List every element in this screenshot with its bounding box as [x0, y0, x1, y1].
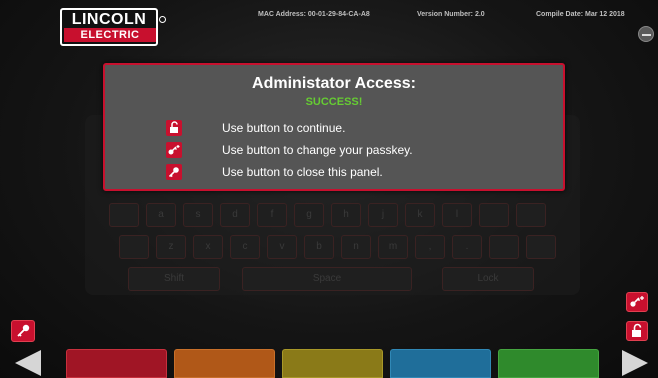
keyboard-key[interactable] [479, 203, 509, 227]
mac-address: MAC Address: 00-01-29-84-CA-A8 [258, 11, 370, 18]
keyboard-key[interactable] [516, 203, 546, 227]
dialog-row-text: Use button to change your passkey. [222, 143, 413, 157]
softkey-green[interactable] [498, 349, 599, 378]
keyboard-key[interactable]: v [267, 235, 297, 259]
lincoln-electric-logo: LINCOLN ELECTRIC [60, 8, 166, 46]
keyboard-key[interactable]: d [220, 203, 250, 227]
logo-bottom-text: ELECTRIC [64, 28, 156, 42]
dialog-row-text: Use button to continue. [222, 121, 346, 135]
dialog-row-change-passkey: Use button to change your passkey. [105, 142, 563, 158]
space-key[interactable]: Space [242, 267, 412, 291]
keyboard-key[interactable]: , [415, 235, 445, 259]
keyboard-key[interactable] [119, 235, 149, 259]
softkey-yellow[interactable] [282, 349, 383, 378]
dialog-row-continue: Use button to continue. [105, 120, 563, 136]
keyboard-key[interactable]: s [183, 203, 213, 227]
dialog-status: SUCCESS! [305, 96, 363, 108]
keyboard-key[interactable]: h [331, 203, 361, 227]
admin-access-dialog: Administator Access: SUCCESS! Use button… [103, 63, 565, 191]
key-icon [17, 324, 30, 337]
next-arrow-button[interactable] [622, 350, 648, 376]
dialog-row-text: Use button to close this panel. [222, 165, 383, 179]
settings-dial-icon[interactable] [638, 26, 654, 42]
screen: LINCOLN ELECTRIC MAC Address: 00-01-29-8… [0, 0, 658, 378]
keyboard-key[interactable]: x [193, 235, 223, 259]
change-passkey-button[interactable] [626, 292, 648, 312]
keyboard-key[interactable] [489, 235, 519, 259]
close-panel-key-button[interactable] [11, 320, 35, 342]
version-number: Version Number: 2.0 [417, 11, 485, 18]
keyboard-key[interactable]: n [341, 235, 371, 259]
unlock-icon [166, 120, 182, 136]
keyboard-key[interactable]: m [378, 235, 408, 259]
key-edit-icon [166, 142, 182, 158]
logo-top-text: LINCOLN [71, 11, 147, 28]
registered-mark-icon [159, 16, 166, 23]
softkey-orange[interactable] [174, 349, 275, 378]
keyboard-key[interactable]: z [156, 235, 186, 259]
keyboard-key[interactable]: b [304, 235, 334, 259]
keyboard-key[interactable]: . [452, 235, 482, 259]
shift-key[interactable]: Shift [128, 267, 220, 291]
keyboard-key[interactable]: j [368, 203, 398, 227]
continue-unlock-button[interactable] [626, 321, 648, 341]
key-icon [166, 164, 182, 180]
keyboard-key[interactable]: c [230, 235, 260, 259]
keyboard-key[interactable] [526, 235, 556, 259]
unlock-icon [632, 323, 642, 337]
keyboard-key[interactable]: a [146, 203, 176, 227]
previous-arrow-button[interactable] [15, 350, 41, 376]
keyboard-key[interactable]: k [405, 203, 435, 227]
keyboard-key[interactable]: g [294, 203, 324, 227]
keyboard-key[interactable]: f [257, 203, 287, 227]
dialog-title: Administator Access: [252, 75, 416, 92]
compile-date: Compile Date: Mar 12 2018 [536, 11, 625, 18]
softkey-red[interactable] [66, 349, 167, 378]
keyboard-key[interactable] [109, 203, 139, 227]
keyboard-key[interactable]: l [442, 203, 472, 227]
key-edit-icon [630, 296, 644, 307]
lock-key[interactable]: Lock [442, 267, 534, 291]
softkey-blue[interactable] [390, 349, 491, 378]
dialog-row-close-panel: Use button to close this panel. [105, 164, 563, 180]
